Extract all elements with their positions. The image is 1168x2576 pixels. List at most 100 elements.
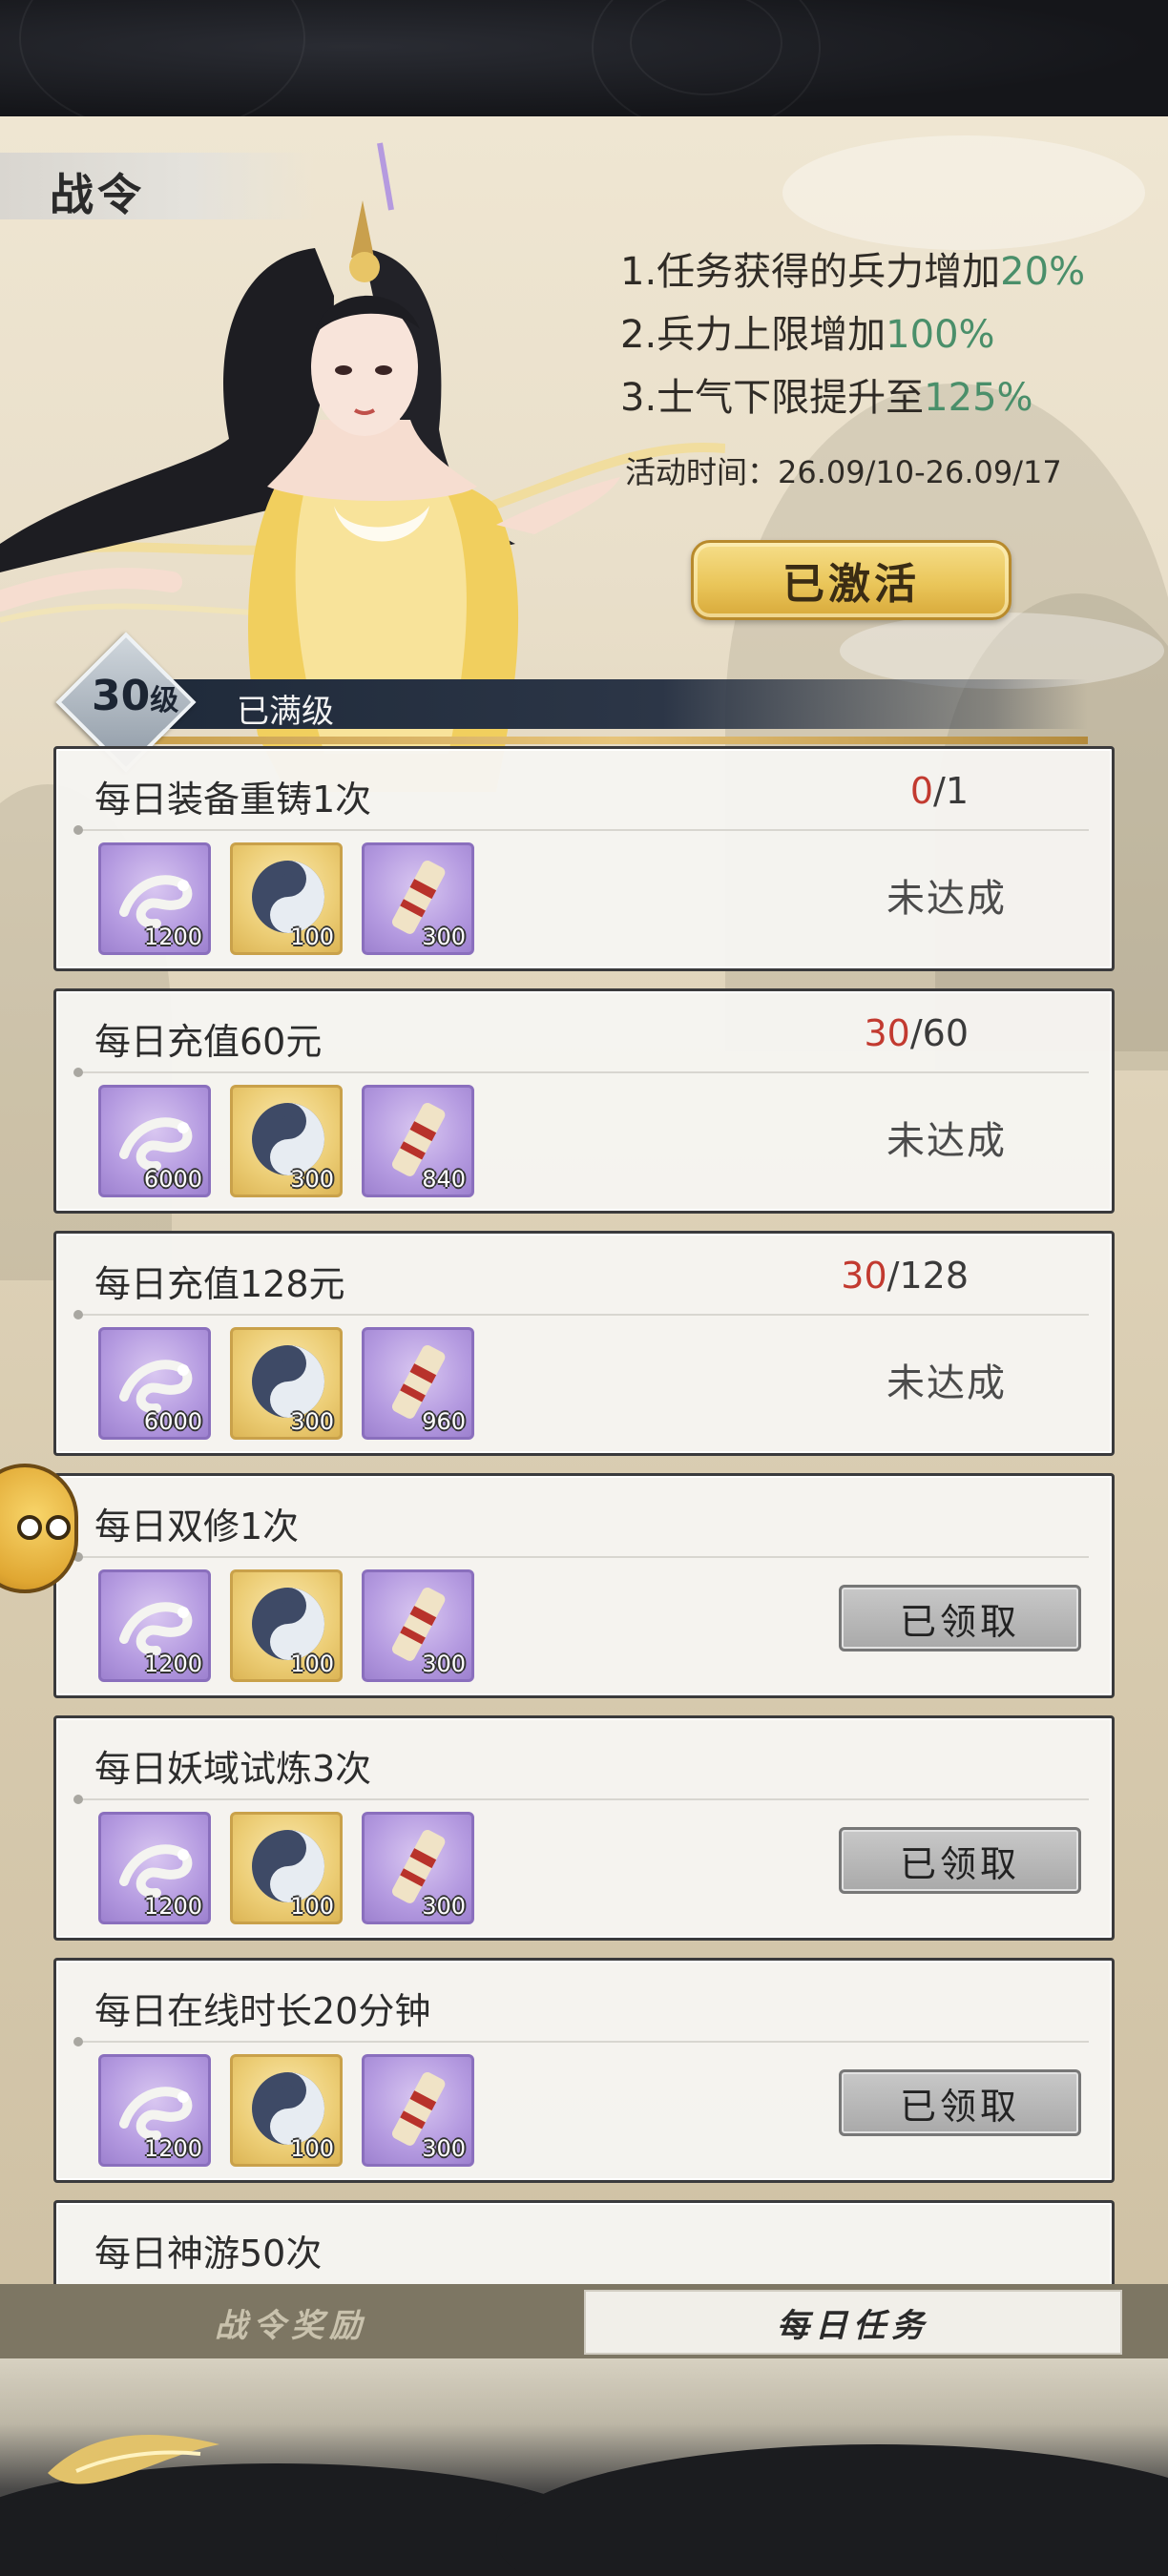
task-name: 每日充值60元: [94, 1021, 323, 1063]
reward-amount: 300: [290, 1166, 334, 1193]
task-name: 每日双修1次: [94, 1506, 300, 1548]
perk-item: 2.兵力上限增加100%: [620, 303, 1155, 366]
reward-amount: 100: [290, 1651, 334, 1677]
reward-amount: 840: [422, 1166, 466, 1193]
perk-text: 1.任务获得的兵力增加: [620, 250, 1001, 294]
tab-battle-pass-rewards[interactable]: 战令奖励: [0, 2290, 582, 2355]
divider: [73, 1552, 1089, 1562]
reward-item[interactable]: 6000: [98, 1085, 211, 1197]
task-status: 未达成: [886, 1361, 1007, 1405]
perk-value: 100%: [886, 313, 995, 357]
tab-bar: 战令奖励 每日任务: [0, 2284, 1168, 2358]
reward-list: 1200 100 300: [98, 1812, 474, 1924]
task-progress: 30/128: [841, 1255, 969, 1297]
divider: [73, 1795, 1089, 1804]
reward-item[interactable]: 1200: [98, 842, 211, 955]
eye-icon: [17, 1515, 42, 1540]
task-name: 每日充值128元: [94, 1263, 345, 1305]
reward-item[interactable]: 1200: [98, 1569, 211, 1682]
reward-item[interactable]: 300: [230, 1327, 343, 1440]
reward-list: 6000 300 960: [98, 1327, 474, 1440]
progress-total: /1: [933, 770, 969, 812]
claimed-button[interactable]: 已领取: [839, 1827, 1081, 1894]
reward-amount: 300: [422, 1893, 466, 1920]
reward-item[interactable]: 840: [362, 1085, 474, 1197]
divider: [73, 2037, 1089, 2046]
reward-amount: 300: [422, 1651, 466, 1677]
progress-current: 0: [909, 770, 934, 812]
task-progress: 30/60: [864, 1012, 969, 1054]
tab-daily-tasks[interactable]: 每日任务: [584, 2290, 1122, 2355]
divider: [73, 1310, 1089, 1319]
reward-amount: 6000: [143, 1408, 202, 1435]
activated-button[interactable]: 已激活: [691, 540, 1012, 620]
reward-amount: 300: [422, 924, 466, 950]
reward-amount: 960: [422, 1408, 466, 1435]
divider: [73, 1068, 1089, 1077]
golden-phoenix-icon: [48, 2435, 219, 2484]
reward-item[interactable]: 100: [230, 1812, 343, 1924]
level-value: 30: [92, 672, 151, 720]
perk-text: 3.士气下限提升至: [620, 376, 925, 420]
level-status: 已满级: [237, 693, 334, 731]
progress-current: 30: [864, 1012, 910, 1054]
reward-list: 1200 100 300: [98, 842, 474, 955]
task-card: 每日在线时长20分钟 1200 100 300 已领取: [53, 1958, 1115, 2183]
page-title: 战令: [50, 169, 145, 220]
daily-task-list[interactable]: 每日装备重铸1次 0/1 1200 100 300 未达成 每日充值60元 30…: [53, 746, 1115, 2358]
battle-pass-panel: 战令 1.任务获得的兵力增加20% 2.兵力上限增加100% 3.士气下限提升至…: [0, 116, 1168, 2358]
reward-amount: 1200: [143, 1651, 202, 1677]
perk-item: 1.任务获得的兵力增加20%: [620, 240, 1155, 303]
reward-amount: 100: [290, 2135, 334, 2162]
reward-amount: 300: [290, 1408, 334, 1435]
task-progress: 0/1: [910, 770, 969, 812]
claimed-button[interactable]: 已领取: [839, 1585, 1081, 1652]
divider: [73, 825, 1089, 835]
level-number: 30级: [92, 672, 178, 720]
perk-text: 2.兵力上限增加: [620, 313, 886, 357]
perk-list: 1.任务获得的兵力增加20% 2.兵力上限增加100% 3.士气下限提升至125…: [620, 240, 1155, 429]
reward-amount: 1200: [143, 2135, 202, 2162]
task-status: 未达成: [886, 1119, 1007, 1163]
reward-amount: 100: [290, 1893, 334, 1920]
reward-item[interactable]: 6000: [98, 1327, 211, 1440]
reward-item[interactable]: 1200: [98, 2054, 211, 2167]
perk-item: 3.士气下限提升至125%: [620, 366, 1155, 429]
reward-list: 1200 100 300: [98, 1569, 474, 1682]
level-strip: 30级 已满级: [0, 632, 1088, 773]
reward-amount: 100: [290, 924, 334, 950]
reward-item[interactable]: 300: [362, 842, 474, 955]
task-card: 每日装备重铸1次 0/1 1200 100 300 未达成: [53, 746, 1115, 971]
reward-amount: 6000: [143, 1166, 202, 1193]
progress-total: /60: [909, 1012, 969, 1054]
reward-item[interactable]: 300: [230, 1085, 343, 1197]
level-underline: [143, 737, 1088, 744]
reward-item[interactable]: 960: [362, 1327, 474, 1440]
task-name: 每日妖域试炼3次: [94, 1748, 372, 1790]
reward-list: 1200 100 300: [98, 2054, 474, 2167]
task-name: 每日神游50次: [94, 2233, 323, 2275]
task-card: 每日充值60元 30/60 6000 300 840 未达成: [53, 988, 1115, 1214]
reward-item[interactable]: 300: [362, 1569, 474, 1682]
reward-item[interactable]: 100: [230, 2054, 343, 2167]
reward-item[interactable]: 300: [362, 2054, 474, 2167]
event-time: 活动时间：26.09/10-26.09/17: [625, 454, 1062, 490]
task-name: 每日装备重铸1次: [94, 779, 372, 821]
claimed-button[interactable]: 已领取: [839, 2069, 1081, 2136]
perk-value: 20%: [1000, 250, 1086, 294]
reward-list: 6000 300 840: [98, 1085, 474, 1197]
reward-item[interactable]: 100: [230, 1569, 343, 1682]
reward-amount: 1200: [143, 924, 202, 950]
reward-amount: 300: [422, 2135, 466, 2162]
reward-item[interactable]: 1200: [98, 1812, 211, 1924]
progress-total: /128: [886, 1255, 969, 1297]
reward-amount: 1200: [143, 1893, 202, 1920]
top-banner: [0, 0, 1168, 134]
reward-item[interactable]: 100: [230, 842, 343, 955]
task-card: 每日妖域试炼3次 1200 100 300 已领取: [53, 1715, 1115, 1941]
level-unit: 级: [150, 684, 179, 717]
progress-current: 30: [841, 1255, 887, 1297]
reward-item[interactable]: 300: [362, 1812, 474, 1924]
task-name: 每日在线时长20分钟: [94, 1990, 431, 2032]
title-bar: 战令: [0, 153, 315, 220]
